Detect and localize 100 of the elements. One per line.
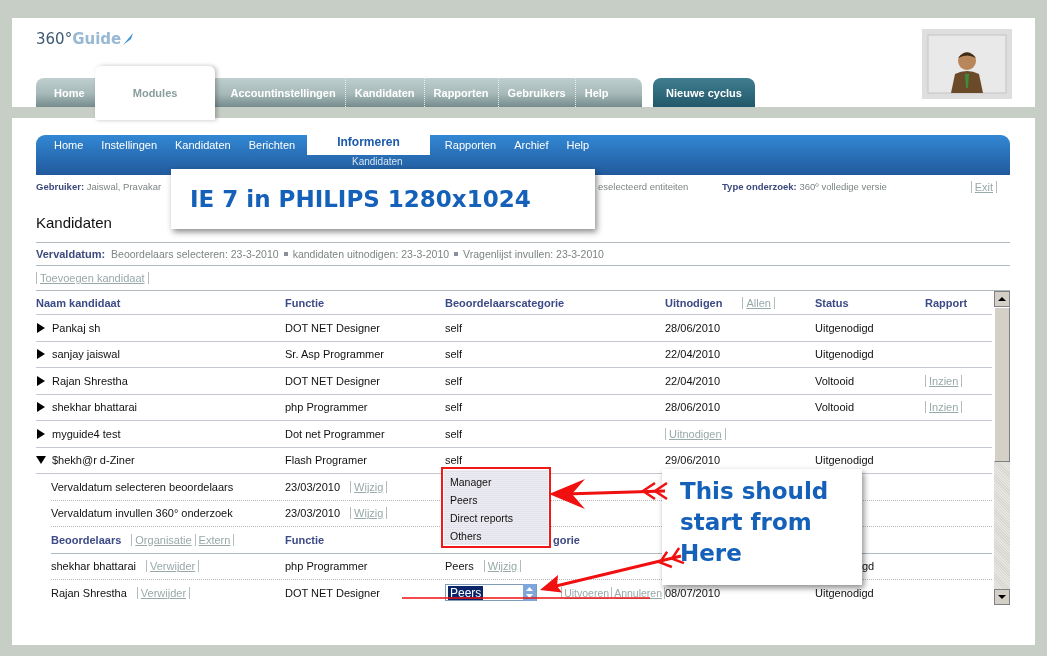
- view-report-link[interactable]: Inzien: [925, 374, 963, 387]
- tab[interactable]: Home: [44, 78, 94, 107]
- column-header: gorie: [553, 533, 580, 546]
- table-cell-text: self: [445, 348, 464, 361]
- annotation-callout: This should start from Here: [662, 469, 862, 585]
- nav-tab[interactable]: Help: [557, 135, 599, 155]
- scroll-thumb[interactable]: [994, 307, 1010, 462]
- table-cell-text: self: [445, 401, 464, 414]
- tab[interactable]: Accountinstellingen: [220, 78, 345, 107]
- logo-text: 360°Guide: [36, 30, 122, 48]
- pen-icon: [122, 32, 135, 46]
- column-header: Uitnodigen: [665, 296, 723, 309]
- table-cell: 23/03/2010: [285, 480, 341, 493]
- action-link[interactable]: Wijzig: [483, 560, 522, 573]
- tab[interactable]: Modules: [94, 66, 215, 120]
- column-header: Naam kandidaat: [36, 296, 122, 309]
- new-cycle-tab[interactable]: Nieuwe cyclus: [653, 78, 755, 107]
- expand-toggle-icon[interactable]: [36, 322, 46, 333]
- table-cell-text: self: [445, 321, 464, 334]
- scrollbar[interactable]: [994, 291, 1010, 605]
- change-link[interactable]: Wijzig: [350, 507, 388, 520]
- action-link[interactable]: Annuleren: [612, 586, 665, 599]
- table-cell: $hekh@r d-Ziner: [52, 454, 135, 467]
- scroll-down-icon[interactable]: [994, 589, 1010, 605]
- table-cell-text: php Programmer: [285, 401, 369, 414]
- bullet-icon: [283, 252, 288, 256]
- table-cell: Uitgenodigd: [815, 348, 874, 361]
- table-cell: 22/04/2010: [665, 374, 721, 387]
- remove-link[interactable]: Verwijder: [136, 586, 191, 599]
- table-cell-text: Dot net Programmer: [285, 427, 386, 440]
- bullet-icon: [454, 252, 459, 256]
- add-candidate-link[interactable]: Toevoegen kandidaat: [36, 272, 149, 284]
- nav-tab[interactable]: Home: [45, 135, 93, 155]
- info-text: eselecteerd entiteiten: [598, 181, 690, 192]
- tab[interactable]: Rapporten: [423, 78, 498, 107]
- expand-toggle-icon[interactable]: [36, 428, 46, 439]
- nav-tab[interactable]: Rapporten: [435, 135, 506, 155]
- filter-link[interactable]: Organisatie: [131, 533, 196, 546]
- list-option[interactable]: Others: [450, 527, 548, 545]
- change-link[interactable]: Wijzig: [350, 480, 388, 493]
- annotation-callout: IE 7 in PHILIPS 1280x1024: [171, 169, 595, 229]
- user-label: Gebruiker:: [36, 181, 85, 192]
- remove-link[interactable]: Verwijder: [146, 560, 200, 573]
- list-option[interactable]: Direct reports: [450, 509, 548, 527]
- table-cell-text: Vervaldatum invullen 360° onderzoek: [51, 507, 234, 520]
- table-cell: Voltooid: [815, 401, 855, 414]
- table-cell: myguide4 test: [52, 427, 121, 440]
- column-header: Status: [815, 296, 850, 309]
- tab[interactable]: Gebruikers: [497, 78, 575, 107]
- nav-tab[interactable]: Berichten: [239, 135, 305, 155]
- action-link[interactable]: Uitvoeren: [561, 586, 613, 599]
- table-cell-text: self: [445, 374, 464, 387]
- table-cell-text: Vervaldatum selecteren beoordelaars: [51, 480, 235, 493]
- column-header: Functie: [285, 296, 326, 309]
- table-cell-text: Flash Programer: [285, 454, 368, 467]
- table-cell: 29/06/2010: [665, 454, 721, 467]
- tab[interactable]: Kandidaten: [344, 78, 424, 107]
- deadline-label: Vervaldatum:: [36, 248, 106, 260]
- expand-toggle-icon[interactable]: [36, 375, 46, 386]
- table-cell-text: self: [445, 427, 464, 440]
- table-cell: Pankaj sh: [52, 321, 101, 334]
- table-cell: shekhar bhattarai: [51, 560, 136, 573]
- table-cell: sanjay jaiswal: [52, 348, 120, 361]
- survey-type-label: Type onderzoek:: [722, 181, 797, 192]
- table-cell-text: php Programmer: [285, 560, 369, 573]
- survey-type-value: 360º volledige versie: [799, 181, 887, 192]
- column-header: Functie: [285, 533, 326, 546]
- invite-all-link[interactable]: Allen: [742, 296, 775, 309]
- filter-link[interactable]: Extern: [195, 533, 235, 546]
- table-cell: Peers: [445, 560, 474, 573]
- nav-tab[interactable]: Archief: [505, 135, 558, 155]
- deadline-text: Beoordelaars selecteren: 23-3-2010: [111, 248, 279, 260]
- expand-toggle-icon[interactable]: [36, 455, 46, 466]
- deadline-text: kandidaten uitnodigen: 23-3-2010: [292, 248, 450, 260]
- tab[interactable]: Help: [574, 78, 618, 107]
- table-cell: Voltooid: [815, 374, 855, 387]
- nav-tab[interactable]: Instellingen: [92, 135, 166, 155]
- column-header: Rapport: [925, 296, 969, 309]
- table-cell: gd: [862, 560, 875, 573]
- user-value: Jaiswal, Pravakar: [86, 181, 162, 192]
- table-cell-text: DOT NET Designer: [285, 321, 381, 334]
- expand-toggle-icon[interactable]: [36, 402, 46, 413]
- list-option[interactable]: Peers: [450, 491, 548, 509]
- column-header: Beoordelaars: [51, 533, 122, 546]
- table-cell-text: DOT NET Designer: [285, 586, 381, 599]
- list-option[interactable]: Manager: [450, 473, 548, 491]
- table-cell: Uitgenodigd: [815, 586, 874, 599]
- exit-link[interactable]: Exit: [970, 180, 997, 193]
- expand-toggle-icon[interactable]: [36, 349, 46, 360]
- invite-link[interactable]: Uitnodigen: [665, 427, 726, 440]
- column-header: Beoordelaarscategorie: [445, 296, 566, 309]
- table-cell: 22/04/2010: [665, 348, 721, 361]
- table-cell: Rajan Shrestha: [52, 374, 128, 387]
- nav-tab[interactable]: Kandidaten: [166, 135, 240, 155]
- table-cell: Uitgenodigd: [815, 454, 874, 467]
- subnav-link[interactable]: Kandidaten: [352, 156, 403, 167]
- deadline-text: Vragenlijst invullen: 23-3-2010: [463, 248, 604, 260]
- table-cell: shekhar bhattarai: [52, 401, 137, 414]
- view-report-link[interactable]: Inzien: [925, 401, 963, 414]
- scroll-up-icon[interactable]: [994, 291, 1010, 307]
